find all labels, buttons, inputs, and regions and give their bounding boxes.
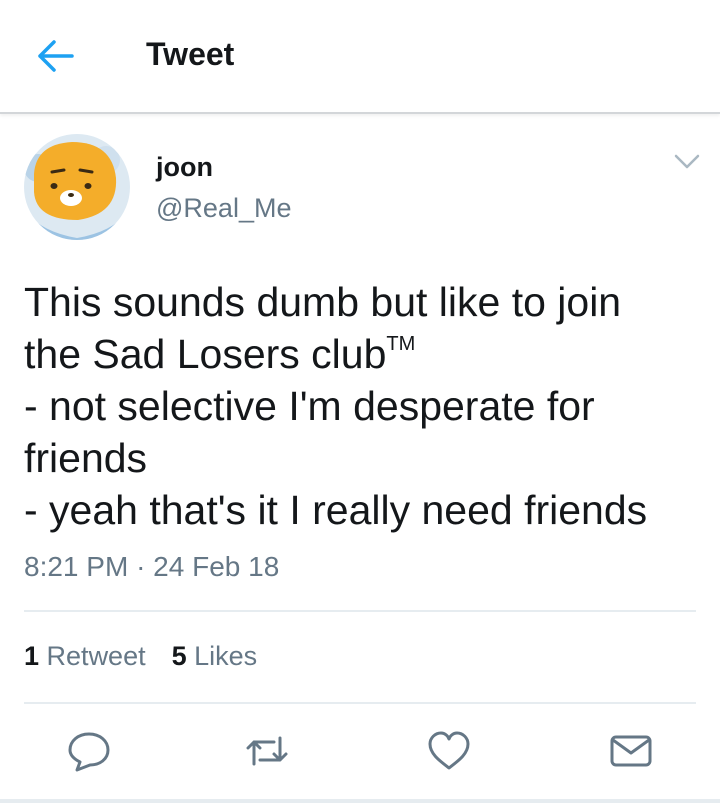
- retweets-count: 1: [24, 641, 40, 671]
- tweet-text-line: friends: [24, 435, 148, 481]
- likes-count: 5: [171, 641, 187, 671]
- tweet-text-line: the Sad Losers clubTM: [24, 328, 704, 380]
- like-icon: [428, 731, 470, 770]
- top-bar: Tweet: [0, 0, 720, 114]
- tweet-text-line: This sounds dumb but like to join: [24, 279, 622, 325]
- tweet-timestamp: 8:21 PM · 24 Feb 18: [24, 551, 279, 583]
- tweet-text: This sounds dumb but like to join the Sa…: [24, 276, 704, 536]
- tweet-text-segment: the Sad Losers club: [24, 331, 387, 377]
- retweets-stat[interactable]: 1 Retweet: [24, 641, 146, 672]
- reply-button[interactable]: [66, 728, 112, 774]
- divider: [24, 610, 696, 612]
- trademark-symbol: TM: [386, 333, 416, 355]
- message-button[interactable]: [608, 728, 654, 774]
- likes-label: Likes: [194, 641, 258, 671]
- chevron-down-icon: [674, 154, 700, 169]
- tweet-menu-button[interactable]: [672, 150, 702, 172]
- likes-stat[interactable]: 5 Likes: [172, 641, 258, 672]
- tweet-date: 24 Feb 18: [153, 551, 280, 582]
- tweet-time: 8:21 PM: [24, 551, 129, 582]
- retweets-label: Retweet: [46, 641, 146, 671]
- like-button[interactable]: [426, 728, 472, 774]
- author-handle[interactable]: @Real_Me: [156, 193, 291, 224]
- page-title: Tweet: [146, 36, 235, 72]
- retweet-icon: [246, 736, 288, 766]
- bear-avatar-icon: [24, 134, 130, 240]
- timestamp-separator: ·: [136, 551, 146, 582]
- tweet-stats: 1 Retweet 5 Likes: [24, 641, 283, 672]
- tweet-text-line: - yeah that's it I really need friends: [24, 487, 648, 533]
- retweet-button[interactable]: [244, 728, 290, 774]
- back-button[interactable]: [36, 38, 76, 74]
- avatar[interactable]: [24, 134, 130, 240]
- reply-icon: [68, 732, 110, 772]
- author-name[interactable]: joon: [156, 152, 213, 183]
- arrow-left-icon: [38, 40, 74, 72]
- bottom-border: [0, 799, 720, 803]
- divider: [24, 702, 696, 704]
- message-icon: [610, 735, 652, 767]
- tweet-text-line: - not selective I'm desperate for: [24, 383, 595, 429]
